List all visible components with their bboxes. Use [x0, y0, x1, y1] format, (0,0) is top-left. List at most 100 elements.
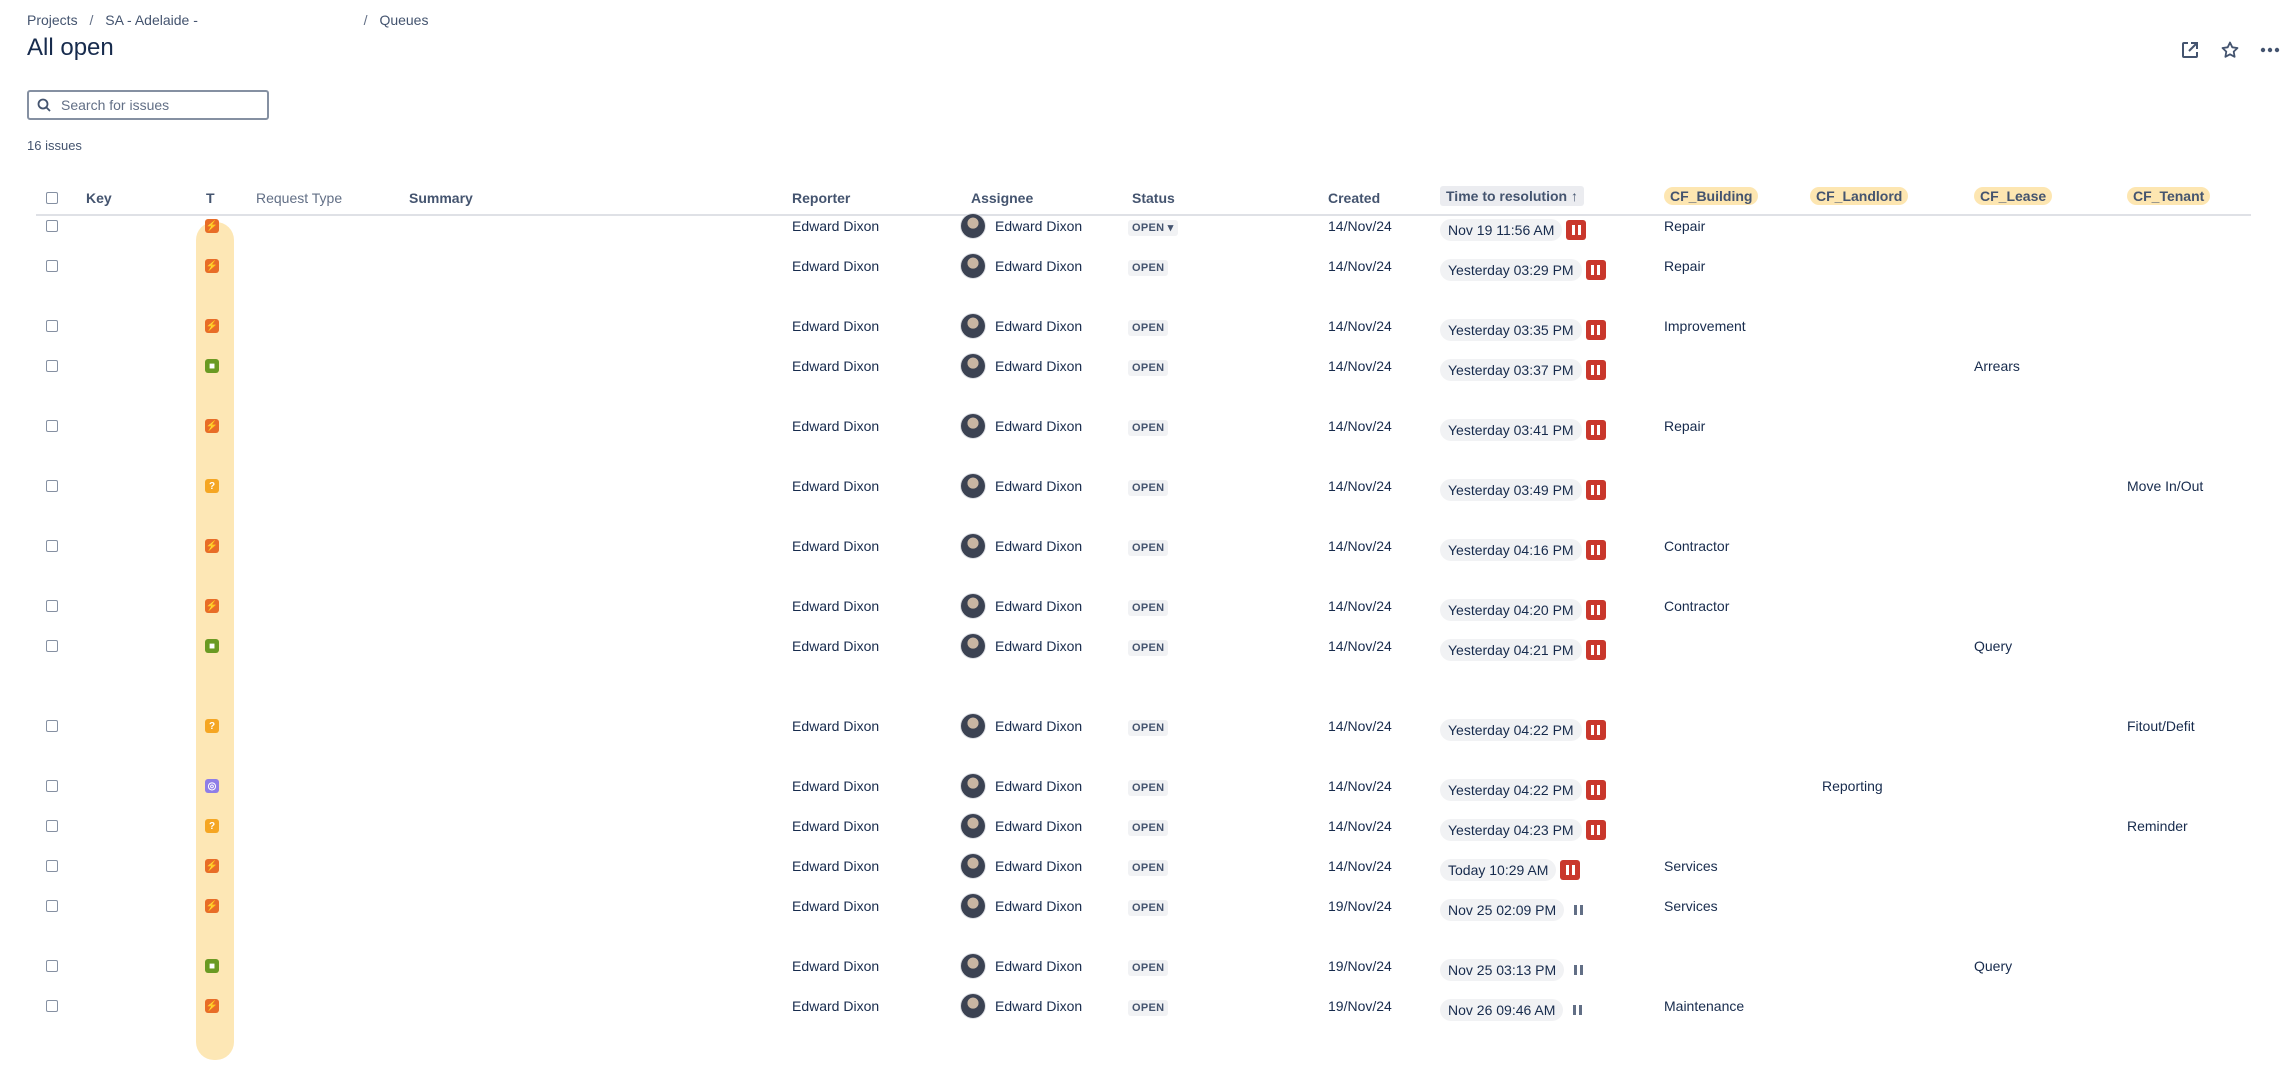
- reporter-cell[interactable]: Edward Dixon: [792, 258, 879, 274]
- assignee-cell[interactable]: Edward Dixon: [961, 314, 1082, 338]
- status-badge[interactable]: OPEN: [1128, 478, 1169, 496]
- column-header-type[interactable]: T: [206, 190, 215, 206]
- assignee-cell[interactable]: Edward Dixon: [961, 354, 1082, 378]
- reporter-cell[interactable]: Edward Dixon: [792, 718, 879, 734]
- table-row[interactable]: ⚡ Edward Dixon Edward Dixon OPEN 14/Nov/…: [36, 406, 2251, 446]
- star-icon[interactable]: [2216, 36, 2244, 64]
- status-badge[interactable]: OPEN: [1128, 958, 1169, 976]
- status-badge[interactable]: OPEN: [1128, 778, 1169, 796]
- reporter-cell[interactable]: Edward Dixon: [792, 958, 879, 974]
- breadcrumb-project[interactable]: SA - Adelaide -: [105, 12, 198, 28]
- assignee-cell[interactable]: Edward Dixon: [961, 474, 1082, 498]
- row-checkbox[interactable]: [46, 600, 58, 612]
- open-external-icon[interactable]: [2176, 36, 2204, 64]
- assignee-cell[interactable]: Edward Dixon: [961, 894, 1082, 918]
- status-badge[interactable]: OPEN: [1128, 858, 1169, 876]
- assignee-cell[interactable]: Edward Dixon: [961, 414, 1082, 438]
- column-header-request-type[interactable]: Request Type: [256, 190, 342, 206]
- table-row[interactable]: ⚡ Edward Dixon Edward Dixon OPEN 19/Nov/…: [36, 986, 2251, 1026]
- column-header-assignee[interactable]: Assignee: [971, 190, 1033, 206]
- status-badge[interactable]: OPEN: [1128, 898, 1169, 916]
- reporter-cell[interactable]: Edward Dixon: [792, 818, 879, 834]
- column-header-time-to-resolution[interactable]: Time to resolution ↑: [1440, 186, 1584, 206]
- search-input[interactable]: [59, 96, 253, 114]
- row-checkbox[interactable]: [46, 220, 58, 232]
- table-row[interactable]: ⚡ Edward Dixon Edward Dixon OPEN 14/Nov/…: [36, 306, 2251, 346]
- reporter-cell[interactable]: Edward Dixon: [792, 358, 879, 374]
- table-row[interactable]: ⚡ Edward Dixon Edward Dixon OPEN 14/Nov/…: [36, 846, 2251, 886]
- column-header-summary[interactable]: Summary: [409, 190, 473, 206]
- row-checkbox[interactable]: [46, 1000, 58, 1012]
- column-header-cf-landlord[interactable]: CF_Landlord: [1810, 187, 1909, 205]
- status-badge[interactable]: OPEN: [1128, 638, 1169, 656]
- row-checkbox[interactable]: [46, 360, 58, 372]
- column-header-cf-lease[interactable]: CF_Lease: [1974, 187, 2053, 205]
- row-checkbox[interactable]: [46, 900, 58, 912]
- breadcrumb-queues[interactable]: Queues: [379, 12, 428, 28]
- assignee-cell[interactable]: Edward Dixon: [961, 594, 1082, 618]
- table-row[interactable]: ■ Edward Dixon Edward Dixon OPEN 14/Nov/…: [36, 346, 2251, 386]
- status-badge[interactable]: OPEN: [1128, 718, 1169, 736]
- assignee-cell[interactable]: Edward Dixon: [961, 254, 1082, 278]
- reporter-cell[interactable]: Edward Dixon: [792, 598, 879, 614]
- table-row[interactable]: ■ Edward Dixon Edward Dixon OPEN 19/Nov/…: [36, 946, 2251, 986]
- assignee-cell[interactable]: Edward Dixon: [961, 214, 1082, 238]
- reporter-cell[interactable]: Edward Dixon: [792, 858, 879, 874]
- table-row[interactable]: ⚡ Edward Dixon Edward Dixon OPEN ▾ 14/No…: [36, 206, 2251, 246]
- reporter-cell[interactable]: Edward Dixon: [792, 318, 879, 334]
- assignee-cell[interactable]: Edward Dixon: [961, 854, 1082, 878]
- table-row[interactable]: ■ Edward Dixon Edward Dixon OPEN 14/Nov/…: [36, 626, 2251, 666]
- reporter-cell[interactable]: Edward Dixon: [792, 778, 879, 794]
- row-checkbox[interactable]: [46, 820, 58, 832]
- table-row[interactable]: ? Edward Dixon Edward Dixon OPEN 14/Nov/…: [36, 706, 2251, 746]
- row-checkbox[interactable]: [46, 960, 58, 972]
- more-options-icon[interactable]: [2256, 36, 2284, 64]
- row-checkbox[interactable]: [46, 860, 58, 872]
- assignee-cell[interactable]: Edward Dixon: [961, 714, 1082, 738]
- assignee-cell[interactable]: Edward Dixon: [961, 954, 1082, 978]
- row-checkbox[interactable]: [46, 640, 58, 652]
- assignee-cell[interactable]: Edward Dixon: [961, 534, 1082, 558]
- column-header-key[interactable]: Key: [86, 190, 112, 206]
- assignee-cell[interactable]: Edward Dixon: [961, 814, 1082, 838]
- table-row[interactable]: ⚡ Edward Dixon Edward Dixon OPEN 19/Nov/…: [36, 886, 2251, 926]
- reporter-cell[interactable]: Edward Dixon: [792, 998, 879, 1014]
- column-header-cf-building[interactable]: CF_Building: [1664, 187, 1759, 205]
- reporter-cell[interactable]: Edward Dixon: [792, 538, 879, 554]
- column-header-cf-tenant[interactable]: CF_Tenant: [2127, 187, 2211, 205]
- assignee-cell[interactable]: Edward Dixon: [961, 774, 1082, 798]
- breadcrumb-projects[interactable]: Projects: [27, 12, 78, 28]
- status-badge[interactable]: OPEN: [1128, 318, 1169, 336]
- status-badge[interactable]: OPEN ▾: [1128, 218, 1178, 236]
- status-badge[interactable]: OPEN: [1128, 998, 1169, 1016]
- row-checkbox[interactable]: [46, 780, 58, 792]
- status-badge[interactable]: OPEN: [1128, 598, 1169, 616]
- assignee-cell[interactable]: Edward Dixon: [961, 634, 1082, 658]
- reporter-cell[interactable]: Edward Dixon: [792, 638, 879, 654]
- reporter-cell[interactable]: Edward Dixon: [792, 418, 879, 434]
- status-badge[interactable]: OPEN: [1128, 418, 1169, 436]
- status-badge[interactable]: OPEN: [1128, 818, 1169, 836]
- reporter-cell[interactable]: Edward Dixon: [792, 478, 879, 494]
- reporter-cell[interactable]: Edward Dixon: [792, 218, 879, 234]
- table-row[interactable]: ◎ Edward Dixon Edward Dixon OPEN 14/Nov/…: [36, 766, 2251, 806]
- table-row[interactable]: ⚡ Edward Dixon Edward Dixon OPEN 14/Nov/…: [36, 526, 2251, 566]
- assignee-cell[interactable]: Edward Dixon: [961, 994, 1082, 1018]
- table-row[interactable]: ? Edward Dixon Edward Dixon OPEN 14/Nov/…: [36, 466, 2251, 506]
- row-checkbox[interactable]: [46, 260, 58, 272]
- select-all-checkbox[interactable]: [46, 192, 58, 204]
- column-header-created[interactable]: Created: [1328, 190, 1380, 206]
- table-row[interactable]: ? Edward Dixon Edward Dixon OPEN 14/Nov/…: [36, 806, 2251, 846]
- row-checkbox[interactable]: [46, 480, 58, 492]
- status-badge[interactable]: OPEN: [1128, 258, 1169, 276]
- row-checkbox[interactable]: [46, 420, 58, 432]
- row-checkbox[interactable]: [46, 320, 58, 332]
- row-checkbox[interactable]: [46, 540, 58, 552]
- status-badge[interactable]: OPEN: [1128, 358, 1169, 376]
- column-header-reporter[interactable]: Reporter: [792, 190, 850, 206]
- table-row[interactable]: ⚡ Edward Dixon Edward Dixon OPEN 14/Nov/…: [36, 586, 2251, 626]
- reporter-cell[interactable]: Edward Dixon: [792, 898, 879, 914]
- row-checkbox[interactable]: [46, 720, 58, 732]
- status-badge[interactable]: OPEN: [1128, 538, 1169, 556]
- table-row[interactable]: ⚡ Edward Dixon Edward Dixon OPEN 14/Nov/…: [36, 246, 2251, 286]
